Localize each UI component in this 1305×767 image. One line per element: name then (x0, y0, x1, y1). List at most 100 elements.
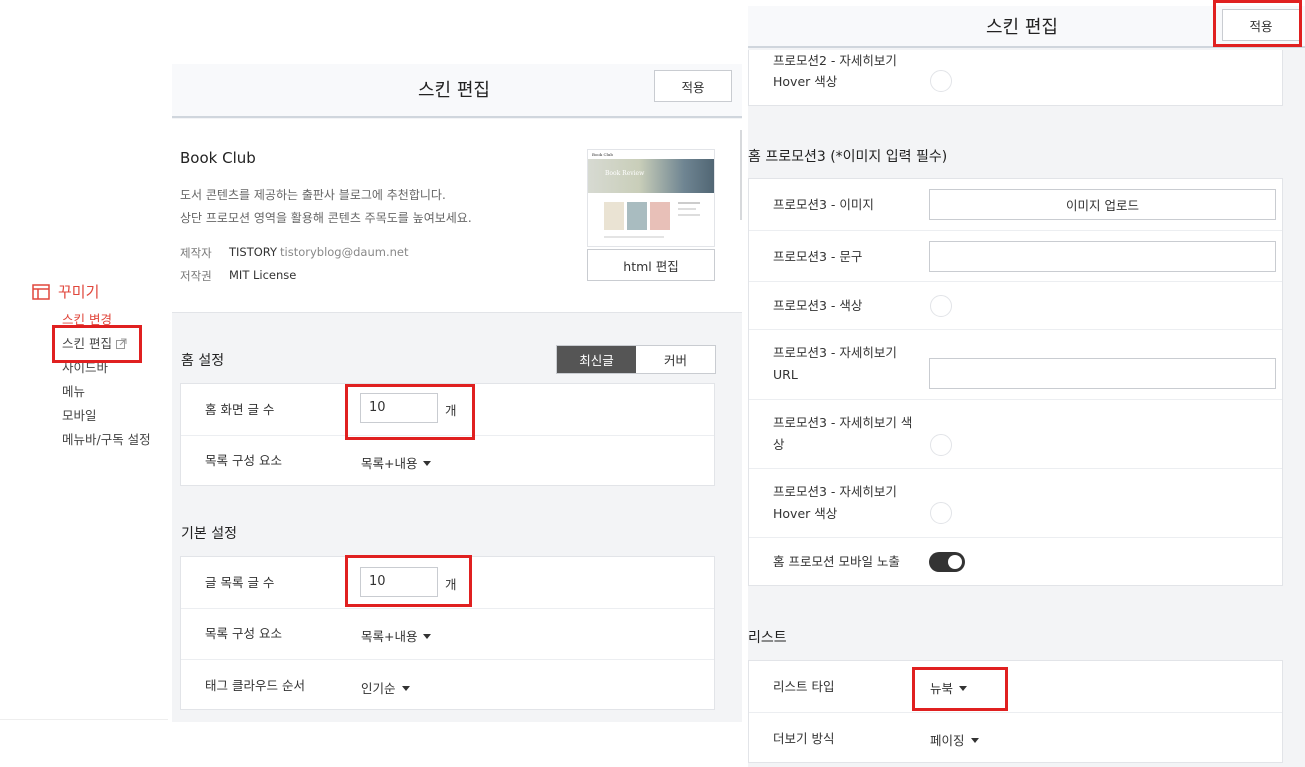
list-title: 리스트 (748, 630, 787, 646)
sidebar-item-skin-edit[interactable]: 스킨 편집 (62, 333, 127, 352)
more-select[interactable]: 페이징 (930, 730, 979, 749)
more-row: 더보기 방식 페이징 (749, 712, 1282, 763)
promo3-text-input[interactable] (929, 241, 1276, 272)
promo3-hover-label-1: 프로모션3 - 자세히보기 (773, 484, 897, 499)
maker-label: 제작자 (180, 246, 212, 260)
thumb-card-1 (604, 202, 624, 230)
promo3-color-swatch[interactable] (930, 295, 952, 317)
home-settings-box: 홈 화면 글 수 10 개 목록 구성 요소 목록+내용 (180, 383, 715, 486)
sidebar-section-customize[interactable]: 꾸미기 (32, 281, 99, 302)
skin-desc-2: 상단 프로모션 영역을 활용해 콘텐츠 주목도를 높여보세요. (180, 211, 472, 225)
sidebar-item-menubar[interactable]: 메뉴바/구독 설정 (62, 429, 151, 448)
promo3-title: 홈 프로모션3 (*이미지 입력 필수) (748, 149, 948, 165)
list-type-select[interactable]: 뉴북 (930, 678, 968, 697)
promo3-more-color-label-1: 프로모션3 - 자세히보기 색 (773, 415, 913, 430)
maker-email: tistoryblog@daum.net (280, 245, 409, 259)
home-post-count-label: 홈 화면 글 수 (205, 402, 275, 417)
promo2-hover-color-swatch[interactable] (930, 70, 952, 92)
caret-down-icon (401, 686, 410, 691)
promo3-hover-row: 프로모션3 - 자세히보기 Hover 색상 (749, 468, 1282, 537)
home-list-elem-label: 목록 구성 요소 (205, 453, 282, 468)
license-label: 저작권 (180, 269, 212, 283)
promo3-hover-label-2: Hover 색상 (773, 506, 838, 521)
mobile-show-label: 홈 프로모션 모바일 노출 (773, 554, 900, 569)
promo2-box: 프로모션2 - 자세히보기 Hover 색상 (748, 50, 1283, 106)
sidebar: 꾸미기 스킨 변경 스킨 편집 사이드바 메뉴 모바일 메뉴바/구독 설정 (0, 0, 168, 720)
promo3-color-row: 프로모션3 - 색상 (749, 281, 1282, 329)
thumb-line (678, 214, 700, 216)
caret-down-icon (959, 686, 968, 691)
promo2-hover-label-1: 프로모션2 - 자세히보기 (773, 53, 897, 68)
promo3-url-row: 프로모션3 - 자세히보기 URL (749, 329, 1282, 399)
promo3-image-label: 프로모션3 - 이미지 (773, 197, 874, 212)
thumb-brand: Book Club (592, 152, 613, 157)
sidebar-item-sidebar[interactable]: 사이드바 (62, 357, 108, 376)
promo3-hover-color-swatch[interactable] (930, 502, 952, 524)
sidebar-item-mobile[interactable]: 모바일 (62, 405, 97, 424)
right-panel-header: 스킨 편집 적용 (748, 6, 1305, 48)
home-list-elem-row: 목록 구성 요소 목록+내용 (181, 435, 714, 486)
mobile-show-toggle[interactable] (929, 552, 965, 572)
maker-value: TISTORY (229, 245, 278, 259)
external-link-icon (115, 338, 127, 349)
tab-cover[interactable]: 커버 (636, 346, 715, 373)
select-value: 페이징 (930, 733, 965, 748)
promo3-more-color-label-2: 상 (773, 437, 785, 452)
home-list-elem-select[interactable]: 목록+내용 (361, 453, 432, 472)
html-edit-button[interactable]: html 편집 (587, 249, 715, 281)
sidebar-item-menu[interactable]: 메뉴 (62, 381, 85, 400)
list-count-row: 글 목록 글 수 10 개 (181, 557, 714, 608)
select-value: 인기순 (361, 681, 396, 696)
basic-settings-box: 글 목록 글 수 10 개 목록 구성 요소 목록+내용 태그 클라우드 순서 … (180, 556, 715, 710)
image-upload-button[interactable]: 이미지 업로드 (929, 189, 1276, 220)
left-panel-header: 스킨 편집 적용 (172, 64, 742, 118)
skin-thumbnail: Book Club Book Review (587, 149, 715, 247)
mobile-show-row: 홈 프로모션 모바일 노출 (749, 537, 1282, 586)
list-count-input[interactable]: 10 (360, 567, 438, 597)
sidebar-item-label: 스킨 편집 (62, 336, 112, 351)
list-count-label: 글 목록 글 수 (205, 575, 275, 590)
right-page-title: 스킨 편집 (986, 17, 1058, 38)
tag-order-label: 태그 클라우드 순서 (205, 678, 305, 693)
select-value: 뉴북 (930, 681, 954, 696)
more-label: 더보기 방식 (773, 731, 835, 746)
home-post-count-row: 홈 화면 글 수 10 개 (181, 384, 714, 435)
page-title: 스킨 편집 (418, 80, 490, 101)
list-type-label: 리스트 타입 (773, 679, 835, 694)
caret-down-icon (970, 738, 979, 743)
thumb-card-2 (627, 202, 647, 230)
promo3-text-row: 프로모션3 - 문구 (749, 230, 1282, 281)
layout-icon (32, 283, 50, 300)
promo3-url-label-2: URL (773, 367, 798, 382)
license-value: MIT License (229, 268, 297, 282)
list-type-row: 리스트 타입 뉴북 (749, 661, 1282, 712)
skin-desc-1: 도서 콘텐츠를 제공하는 출판사 블로그에 추천합니다. (180, 188, 446, 202)
caret-down-icon (423, 461, 432, 466)
list-count-unit: 개 (445, 577, 457, 592)
promo3-url-input[interactable] (929, 358, 1276, 389)
skin-name: Book Club (180, 149, 256, 167)
right-apply-button[interactable]: 적용 (1222, 9, 1300, 41)
basic-settings-title: 기본 설정 (181, 526, 237, 542)
scrollbar-thumb[interactable] (740, 130, 742, 220)
tab-latest[interactable]: 최신글 (557, 346, 636, 373)
select-value: 목록+내용 (361, 456, 418, 471)
promo3-color-label: 프로모션3 - 색상 (773, 298, 863, 313)
promo2-hover-label-2: Hover 색상 (773, 74, 838, 89)
list-box: 리스트 타입 뉴북 더보기 방식 페이징 (748, 660, 1283, 763)
apply-button[interactable]: 적용 (654, 70, 732, 102)
basic-list-elem-select[interactable]: 목록+내용 (361, 626, 432, 645)
select-value: 목록+내용 (361, 629, 418, 644)
caret-down-icon (423, 634, 432, 639)
home-post-count-unit: 개 (445, 403, 457, 418)
home-settings-title: 홈 설정 (181, 353, 225, 369)
thumb-line (678, 208, 696, 210)
home-type-tabs: 최신글 커버 (556, 345, 716, 374)
promo3-box: 프로모션3 - 이미지 이미지 업로드 프로모션3 - 문구 프로모션3 - 색… (748, 178, 1283, 586)
sidebar-item-skin-change[interactable]: 스킨 변경 (62, 309, 112, 328)
home-post-count-input[interactable]: 10 (360, 393, 438, 423)
thumb-banner-text: Book Review (605, 170, 645, 177)
tag-order-select[interactable]: 인기순 (361, 678, 410, 697)
promo3-more-color-swatch[interactable] (930, 434, 952, 456)
basic-list-elem-row: 목록 구성 요소 목록+내용 (181, 608, 714, 659)
